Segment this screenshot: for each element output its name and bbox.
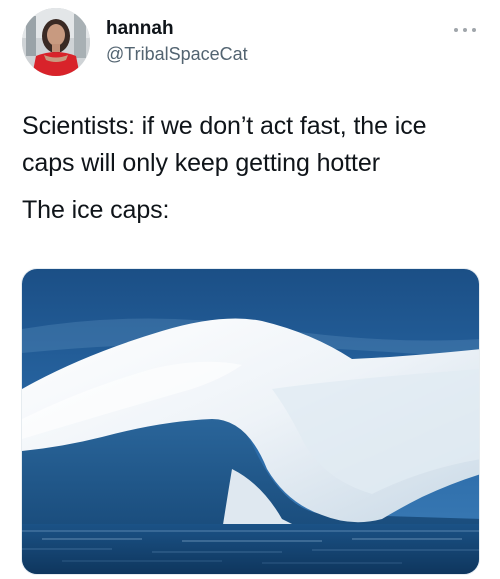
iceberg-photo	[22, 269, 479, 574]
tweet: hannah @TribalSpaceCat Scientists: if we…	[0, 0, 500, 579]
tweet-text-line: The ice caps:	[22, 196, 170, 224]
tweet-text: Scientists: if we don’t act fast, the ic…	[22, 108, 482, 229]
tweet-header: hannah @TribalSpaceCat	[22, 8, 478, 80]
more-dot	[454, 28, 458, 32]
display-name[interactable]: hannah	[106, 17, 248, 41]
tweet-text-line: Scientists: if we don’t act fast, the ic…	[22, 112, 427, 177]
more-options-icon[interactable]	[452, 20, 478, 40]
avatar[interactable]	[22, 8, 90, 76]
avatar-photo-icon	[22, 8, 90, 76]
tweet-photo[interactable]	[21, 268, 480, 575]
author-info: hannah @TribalSpaceCat	[106, 17, 248, 66]
more-dot	[472, 28, 476, 32]
more-dot	[463, 28, 467, 32]
handle[interactable]: @TribalSpaceCat	[106, 42, 248, 66]
